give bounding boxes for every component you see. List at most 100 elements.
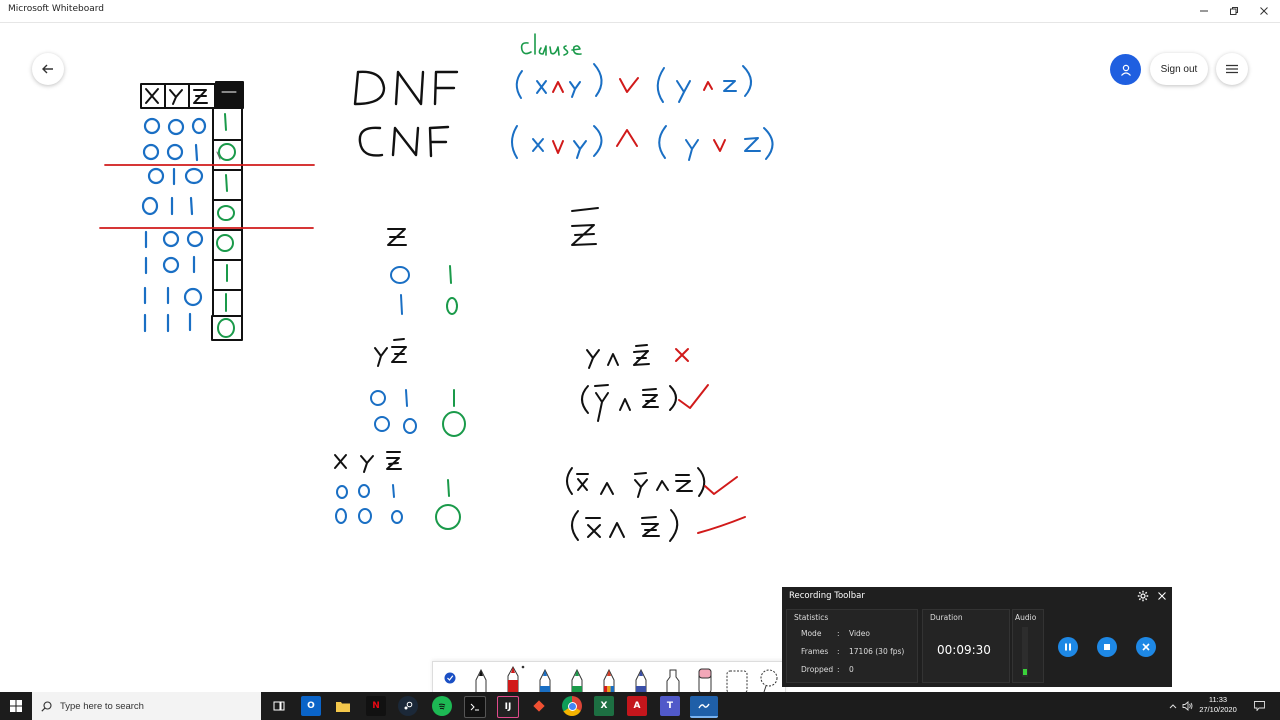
- close-window-button[interactable]: [1248, 0, 1280, 22]
- not-y-and-not-z-check: [581, 384, 709, 422]
- acrobat-icon[interactable]: A: [627, 696, 647, 716]
- eraser-tool[interactable]: [690, 662, 720, 694]
- inking-toolbar: [432, 661, 786, 694]
- minimize-button[interactable]: [1188, 0, 1220, 22]
- spotify-icon[interactable]: [432, 696, 452, 716]
- blue-pen-icon: [539, 668, 551, 694]
- taskbar-search-box[interactable]: Type here to search: [32, 692, 261, 720]
- dropped-label: Dropped: [801, 665, 834, 674]
- rainbow-pen-icon: [603, 668, 615, 694]
- pen-black[interactable]: [466, 662, 496, 694]
- audio-label: Audio: [1015, 613, 1037, 622]
- ruler-tool[interactable]: [722, 662, 752, 694]
- close-icon[interactable]: [1156, 590, 1168, 602]
- excel-icon[interactable]: X: [594, 696, 614, 716]
- restore-icon: [1230, 7, 1238, 15]
- truth-table-header: [140, 81, 244, 109]
- clock-date: 27/10/2020: [1199, 705, 1237, 714]
- arrow-left-icon: [42, 64, 53, 74]
- audio-level-fill: [1023, 669, 1027, 675]
- green-pen-icon: [571, 668, 583, 694]
- pause-icon: [1065, 643, 1071, 651]
- steam-icon[interactable]: [398, 696, 418, 716]
- not-x-not-y-not-z-check: [566, 467, 738, 498]
- person-icon: [1120, 64, 1131, 76]
- pen-red[interactable]: [498, 662, 528, 694]
- pen-blue[interactable]: [530, 662, 560, 694]
- netflix-icon[interactable]: N: [366, 696, 386, 716]
- taskbar: Type here to search O N IJ X A T 11:33 2…: [0, 692, 1280, 720]
- galaxy-pen-icon: [635, 668, 647, 694]
- frames-label: Frames: [801, 647, 829, 656]
- show-hidden-icons-button[interactable]: [1166, 692, 1180, 720]
- window-title: Microsoft Whiteboard: [8, 4, 104, 14]
- speaker-icon: [1182, 701, 1192, 711]
- gear-icon[interactable]: [1137, 590, 1149, 602]
- frames-value: 17106 (30 fps): [849, 647, 905, 656]
- sign-out-button[interactable]: Sign out: [1150, 53, 1208, 85]
- highlighter-icon: [666, 669, 680, 694]
- not-z-table: [390, 265, 458, 315]
- notifications-button[interactable]: [1250, 692, 1268, 720]
- highlighter-tool[interactable]: [658, 662, 688, 694]
- stop-icon: [1104, 644, 1110, 650]
- taskbar-clock[interactable]: 11:33 27/10/2020: [1196, 695, 1240, 715]
- eraser-icon: [698, 668, 712, 694]
- select-tool[interactable]: [435, 662, 465, 693]
- title-bar: Microsoft Whiteboard: [0, 0, 1280, 23]
- terminal-icon[interactable]: [464, 696, 486, 718]
- not-x-not-z-check: [571, 509, 746, 542]
- duration-label: Duration: [930, 613, 963, 622]
- start-button[interactable]: [0, 692, 32, 720]
- y-not-z-section: [370, 338, 466, 437]
- git-icon[interactable]: [529, 696, 549, 716]
- clause-label: [520, 33, 582, 56]
- close-icon: [1260, 7, 1268, 15]
- duration-value: 00:09:30: [937, 643, 991, 657]
- cancel-recording-button[interactable]: [1136, 637, 1156, 657]
- red-pen-icon: [507, 665, 525, 694]
- statistics-label: Statistics: [794, 613, 829, 622]
- minimize-icon: [1200, 10, 1208, 12]
- pause-recording-button[interactable]: [1058, 637, 1078, 657]
- search-placeholder: Type here to search: [60, 700, 144, 712]
- menu-button[interactable]: [1216, 53, 1248, 85]
- pen-green[interactable]: [562, 662, 592, 694]
- file-explorer-icon[interactable]: [333, 696, 353, 716]
- chrome-icon[interactable]: [562, 696, 582, 716]
- mode-separator: :: [837, 629, 840, 638]
- pen-galaxy[interactable]: [626, 662, 656, 694]
- clock-time: 11:33: [1208, 695, 1228, 704]
- x-y-not-z-section: [334, 451, 461, 530]
- pen-multicolor[interactable]: [594, 662, 624, 694]
- outlook-icon[interactable]: O: [301, 696, 321, 716]
- frames-separator: :: [837, 647, 840, 656]
- recording-toolbar-title: Recording Toolbar: [789, 591, 865, 601]
- audio-level-meter: [1022, 627, 1028, 677]
- hamburger-icon: [1226, 64, 1238, 74]
- chevron-up-icon: [1169, 704, 1177, 709]
- restore-button[interactable]: [1218, 0, 1250, 22]
- check-circle-icon: [444, 672, 456, 684]
- dropped-row: Dropped:0: [801, 665, 854, 674]
- not-z-section: [387, 207, 599, 246]
- back-button[interactable]: [32, 53, 64, 85]
- black-pen-icon: [475, 668, 487, 694]
- task-view-icon[interactable]: [269, 696, 289, 716]
- teams-icon[interactable]: T: [660, 696, 680, 716]
- stop-recording-button[interactable]: [1097, 637, 1117, 657]
- intellij-icon[interactable]: IJ: [497, 696, 519, 718]
- dnf-cnf-labels: [353, 70, 459, 158]
- mode-row: Mode: Video: [801, 629, 870, 638]
- lasso-icon: [760, 669, 778, 693]
- volume-button[interactable]: [1180, 692, 1194, 720]
- dnf-expression: [515, 63, 752, 103]
- recording-toolbar: Recording Toolbar Statistics Mode: Video …: [782, 587, 1172, 687]
- whiteboard-app-icon[interactable]: [690, 696, 718, 718]
- dropped-separator: :: [837, 665, 840, 674]
- cnf-expression: [511, 125, 774, 161]
- account-button[interactable]: [1110, 54, 1141, 85]
- red-separators: [99, 164, 315, 229]
- truth-table-outputs: [216, 113, 236, 338]
- lasso-tool[interactable]: [754, 662, 784, 693]
